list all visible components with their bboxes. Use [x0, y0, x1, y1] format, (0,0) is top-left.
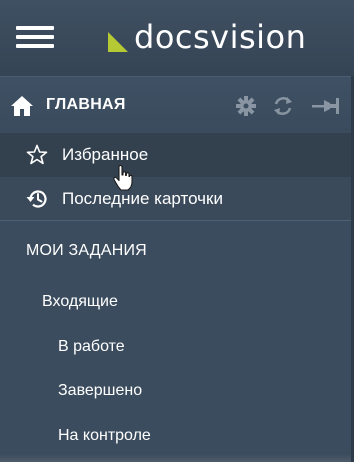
hand-cursor-icon	[113, 165, 133, 191]
menu-bar	[16, 44, 54, 48]
gear-icon[interactable]	[235, 95, 257, 117]
pin-icon[interactable]	[312, 95, 340, 117]
menu-bar	[16, 35, 54, 39]
bottom-fade	[0, 454, 354, 462]
star-icon	[26, 144, 48, 165]
home-icon	[11, 96, 33, 116]
tree-item-incoming[interactable]: Входящие	[42, 293, 118, 311]
sidebar-home-label: ГЛАВНАЯ	[46, 96, 126, 113]
sidebar-item-label: Последние карточки	[62, 189, 223, 208]
refresh-icon[interactable]	[272, 95, 294, 117]
section-title-my-tasks[interactable]: МОИ ЗАДАНИЯ	[26, 242, 147, 260]
menu-icon[interactable]	[16, 24, 54, 50]
menu-bar	[16, 26, 54, 30]
app-header: docsvision	[0, 0, 354, 76]
sidebar-home[interactable]: ГЛАВНАЯ	[0, 76, 354, 132]
logo-mark-icon	[108, 32, 128, 52]
tree-item-on-control[interactable]: На контроле	[58, 427, 151, 445]
sidebar: ГЛАВНАЯ Избранное Последние карточки МОИ…	[0, 76, 354, 462]
tree-item-in-progress[interactable]: В работе	[58, 338, 125, 356]
app-logo[interactable]: docsvision	[108, 17, 306, 57]
tree-item-completed[interactable]: Завершено	[58, 382, 142, 400]
sidebar-item-recent-cards[interactable]: Последние карточки	[0, 177, 354, 221]
history-icon	[26, 190, 47, 208]
sidebar-item-favorites[interactable]: Избранное	[0, 133, 354, 177]
app-name: docsvision	[134, 18, 307, 56]
sidebar-item-label: Избранное	[62, 145, 149, 164]
